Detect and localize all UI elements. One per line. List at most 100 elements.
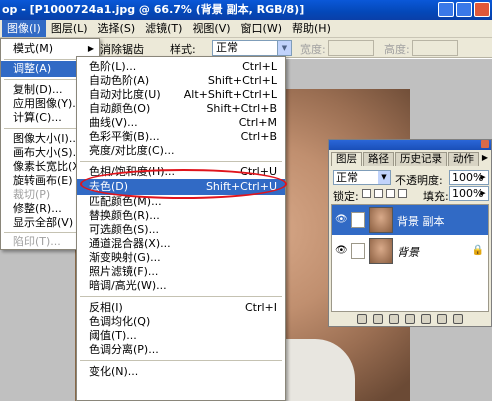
menu-item-label: 替换颜色(R)... bbox=[89, 209, 160, 222]
adjustment-layer-icon[interactable] bbox=[421, 314, 431, 324]
eye-icon[interactable]: 👁 bbox=[335, 214, 348, 226]
menu-item-label: 计算(C)... bbox=[13, 111, 62, 124]
lock-image-icon[interactable] bbox=[374, 189, 383, 198]
blend-mode-value: 正常 bbox=[336, 171, 358, 184]
menu-item-label: 阈值(T)... bbox=[89, 329, 137, 342]
style-label: 样式: bbox=[170, 43, 196, 56]
tab-history[interactable]: 历史记录 bbox=[395, 152, 447, 166]
adjustments-submenu: 色阶(L)... Ctrl+L 自动色阶(A) Shift+Ctrl+L 自动对比度… bbox=[76, 56, 286, 401]
menu-item-label: 裁切(P) bbox=[13, 188, 51, 201]
submenu-arrow-icon: ▶ bbox=[87, 44, 94, 53]
lock-transparent-icon[interactable] bbox=[362, 189, 371, 198]
menu-item-label: 暗调/高光(W)... bbox=[89, 279, 167, 292]
menu-item-label: 复制(D)... bbox=[13, 83, 63, 96]
link-layers-icon[interactable] bbox=[357, 314, 367, 324]
menu-item-label: 修整(R)... bbox=[13, 202, 62, 215]
panel-menu-icon[interactable]: ▶ bbox=[482, 153, 488, 162]
tab-paths[interactable]: 路径 bbox=[363, 152, 394, 166]
lock-label: 锁定: bbox=[333, 190, 359, 203]
menu-item-label: 陷印(T)... bbox=[13, 235, 61, 248]
layer-row-background[interactable]: 👁 背景 🔒 bbox=[332, 236, 488, 266]
menu-item-label: 调整(A) bbox=[13, 62, 52, 75]
height-label: 高度: bbox=[384, 43, 410, 56]
fill-field[interactable]: 100% ▶ bbox=[449, 186, 489, 201]
brush-icon bbox=[351, 212, 365, 228]
menu-item-posterize[interactable]: 色调分离(P)... bbox=[77, 342, 285, 358]
window-controls bbox=[438, 2, 490, 17]
menu-select[interactable]: 选择(S) bbox=[93, 20, 141, 37]
blend-mode-select[interactable]: 正常 ▼ bbox=[333, 170, 391, 185]
minimize-button[interactable] bbox=[438, 2, 454, 17]
layer-style-icon[interactable] bbox=[373, 314, 383, 324]
menu-item-label: 亮度/对比度(C)... bbox=[89, 144, 175, 157]
menu-view[interactable]: 视图(V) bbox=[187, 20, 235, 37]
menu-item-label: 通道混合器(X)... bbox=[89, 237, 171, 250]
menu-item-label: 曲线(V)... bbox=[89, 116, 138, 129]
eye-icon[interactable]: 👁 bbox=[335, 245, 348, 257]
menu-item-label: 自动对比度(U) bbox=[89, 88, 161, 101]
lock-all-icon[interactable] bbox=[398, 189, 407, 198]
close-icon[interactable] bbox=[481, 140, 489, 148]
trash-icon[interactable] bbox=[453, 314, 463, 324]
lock-position-icon[interactable] bbox=[386, 189, 395, 198]
menu-item-mode[interactable]: 模式(M) ▶ bbox=[1, 41, 99, 57]
layer-mask-icon[interactable] bbox=[389, 314, 399, 324]
menu-item-shadow-highlight[interactable]: 暗调/高光(W)... bbox=[77, 278, 285, 294]
menu-divider bbox=[80, 296, 282, 297]
menu-item-label: 色阶(L)... bbox=[89, 60, 137, 73]
menu-item-label: 画布大小(S)... bbox=[13, 146, 84, 159]
menu-item-brightness-contrast[interactable]: 亮度/对比度(C)... bbox=[77, 143, 285, 159]
menu-divider bbox=[80, 360, 282, 361]
maximize-button[interactable] bbox=[456, 2, 472, 17]
opacity-label: 不透明度: bbox=[395, 174, 443, 187]
layer-row-background-copy[interactable]: 👁 背景 副本 bbox=[332, 205, 488, 235]
menu-item-label: 显示全部(V) bbox=[13, 216, 74, 229]
link-icon bbox=[351, 243, 365, 259]
opacity-field[interactable]: 100% ▶ bbox=[449, 170, 489, 185]
layer-name: 背景 bbox=[397, 246, 419, 259]
style-select[interactable]: 正常 ▼ bbox=[212, 40, 292, 56]
height-field[interactable] bbox=[412, 40, 458, 56]
window-title: op - [P1000724a1.jpg @ 66.7% (背景 副本, RGB… bbox=[2, 3, 305, 16]
menu-filter[interactable]: 滤镜(T) bbox=[140, 20, 187, 37]
menu-item-label: 像素长宽比(X) bbox=[13, 160, 85, 173]
menu-item-label: 色调均化(Q) bbox=[89, 315, 151, 328]
menu-window[interactable]: 窗口(W) bbox=[236, 20, 287, 37]
menu-image[interactable]: 图像(I) bbox=[2, 20, 46, 37]
chevron-down-icon: ▼ bbox=[378, 171, 390, 184]
menu-item-label: 自动颜色(O) bbox=[89, 102, 151, 115]
menu-divider bbox=[80, 161, 282, 162]
menu-item-label: 色彩平衡(B)... bbox=[89, 130, 160, 143]
chevron-down-icon: ▼ bbox=[277, 41, 291, 55]
menu-bar: 图像(I) 图层(L) 选择(S) 滤镜(T) 视图(V) 窗口(W) 帮助(H… bbox=[0, 20, 492, 38]
menu-help[interactable]: 帮助(H) bbox=[287, 20, 336, 37]
window-title-bar: op - [P1000724a1.jpg @ 66.7% (背景 副本, RGB… bbox=[0, 0, 492, 20]
tab-layers[interactable]: 图层 bbox=[331, 152, 362, 166]
close-button[interactable] bbox=[474, 2, 490, 17]
menu-layer[interactable]: 图层(L) bbox=[46, 20, 93, 37]
lock-icons bbox=[362, 189, 407, 198]
chevron-right-icon: ▶ bbox=[480, 173, 486, 181]
layer-name: 背景 副本 bbox=[397, 215, 445, 228]
menu-item-label: 变化(N)... bbox=[89, 365, 139, 378]
menu-item-label: 反相(I) bbox=[89, 301, 123, 314]
width-field[interactable] bbox=[328, 40, 374, 56]
panel-title-bar[interactable] bbox=[329, 140, 491, 150]
layer-list: 👁 背景 副本 👁 背景 🔒 bbox=[331, 204, 489, 312]
menu-item-variations[interactable]: 变化(N)... bbox=[77, 364, 285, 380]
menu-item-label: 模式(M) bbox=[13, 42, 54, 55]
menu-item-label: 应用图像(Y)... bbox=[13, 97, 83, 110]
chevron-right-icon: ▶ bbox=[480, 189, 486, 197]
menu-item-label: 旋转画布(E) bbox=[13, 174, 73, 187]
menu-item-label: 可选颜色(S)... bbox=[89, 223, 160, 236]
menu-item-label: 色调分离(P)... bbox=[89, 343, 159, 356]
panel-bottom-toolbar bbox=[329, 312, 491, 326]
fill-label: 填充: bbox=[423, 190, 449, 203]
menu-item-label: 渐变映射(G)... bbox=[89, 251, 161, 264]
menu-item-label: 自动色阶(A) bbox=[89, 74, 150, 87]
lock-icon: 🔒 bbox=[471, 245, 484, 256]
tab-actions[interactable]: 动作 bbox=[448, 152, 479, 166]
new-layer-icon[interactable] bbox=[437, 314, 447, 324]
layer-thumbnail bbox=[369, 207, 393, 233]
new-set-icon[interactable] bbox=[405, 314, 415, 324]
